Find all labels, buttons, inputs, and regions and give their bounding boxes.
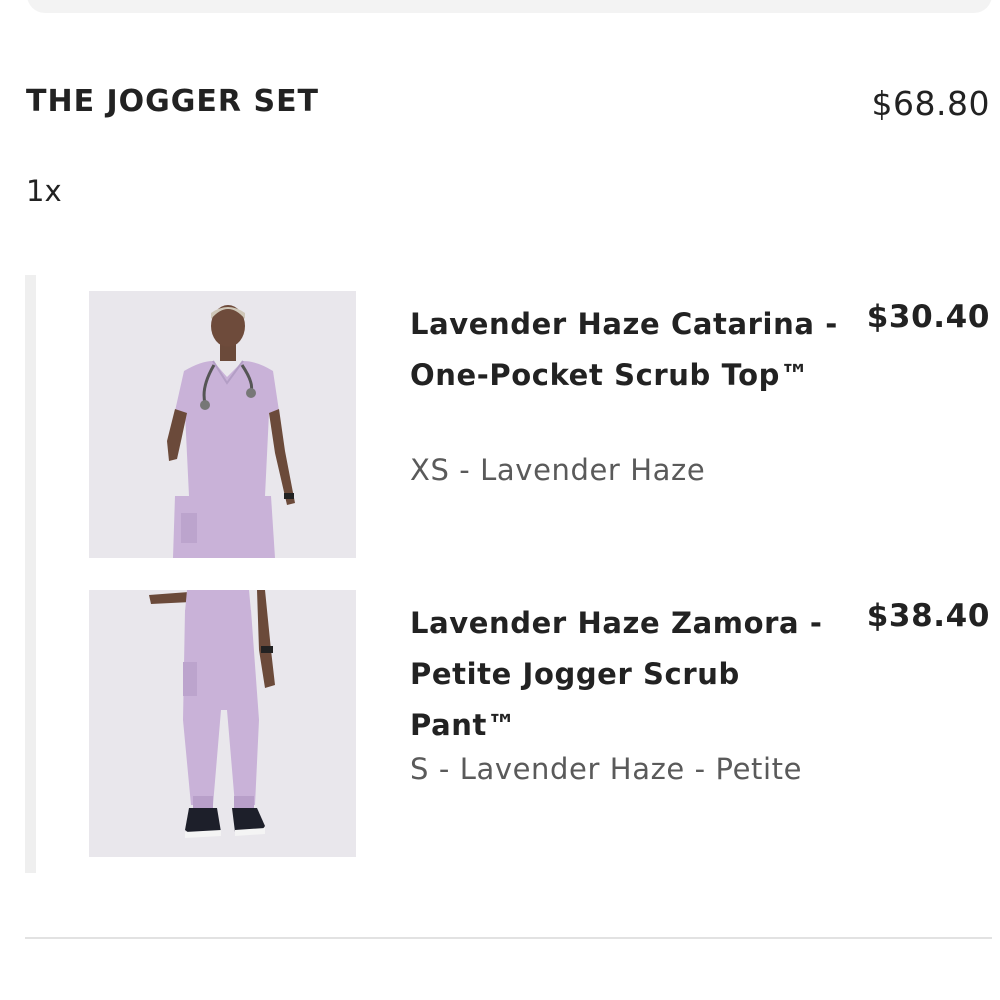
section-divider bbox=[25, 937, 992, 939]
scrub-top-image[interactable] bbox=[89, 291, 356, 558]
bundle-rail bbox=[25, 275, 36, 873]
bundle-quantity: 1x bbox=[26, 174, 62, 208]
item-name[interactable]: Lavender Haze Zamora - Petite Jogger Scr… bbox=[410, 598, 840, 751]
bundle-items: Lavender Haze Catarina - One-Pocket Scru… bbox=[25, 275, 995, 873]
jogger-pant-photo-icon bbox=[89, 590, 356, 857]
order-summary-page: THE JOGGER SET $68.80 1x Lavender Haze C… bbox=[0, 0, 1000, 1000]
scrub-top-photo-icon bbox=[89, 291, 356, 558]
bundle-title: THE JOGGER SET bbox=[26, 84, 320, 119]
item-variant: S - Lavender Haze - Petite bbox=[410, 752, 803, 786]
jogger-pant-image[interactable] bbox=[89, 590, 356, 857]
previous-card-edge bbox=[27, 0, 992, 13]
item-variant: XS - Lavender Haze bbox=[410, 453, 706, 487]
item-name[interactable]: Lavender Haze Catarina - One-Pocket Scru… bbox=[410, 299, 840, 401]
bundle-price: $68.80 bbox=[871, 84, 990, 123]
item-price: $30.40 bbox=[866, 299, 990, 335]
item-price: $38.40 bbox=[866, 598, 990, 634]
list-item-scrub-top[interactable]: Lavender Haze Catarina - One-Pocket Scru… bbox=[89, 291, 995, 559]
list-item-jogger-pant[interactable]: Lavender Haze Zamora - Petite Jogger Scr… bbox=[89, 590, 995, 858]
